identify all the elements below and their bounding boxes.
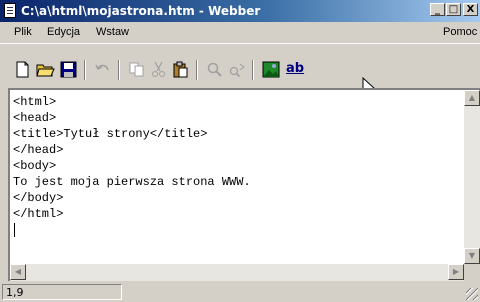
cursor-position: 1,9	[2, 284, 122, 300]
maximize-button[interactable]: □	[446, 3, 461, 16]
text-caret	[14, 223, 15, 237]
window-title: C:\a\html\mojastrona.htm - Webber	[21, 4, 261, 18]
underline-ab-icon[interactable]: ab	[286, 61, 306, 78]
resize-grip-icon[interactable]	[466, 288, 478, 300]
editor-content[interactable]: <html> <head> <title>Tytuł strony</title…	[13, 94, 251, 222]
menu-plik[interactable]: Plik	[14, 26, 32, 38]
close-button[interactable]: X	[463, 3, 478, 16]
toolbar-separator	[84, 60, 86, 80]
open-folder-icon[interactable]	[36, 61, 55, 78]
scroll-left-icon[interactable]: ◀	[10, 264, 26, 280]
menu-wstaw[interactable]: Wstaw	[96, 26, 129, 38]
cut-icon[interactable]	[150, 61, 167, 78]
code-editor[interactable]: <html> <head> <title>Tytuł strony</title…	[8, 88, 480, 281]
toolbar-separator	[118, 60, 120, 80]
vertical-scrollbar[interactable]: ▲ ▼	[464, 90, 480, 264]
copy-icon[interactable]	[128, 61, 145, 78]
title-bar[interactable]: C:\a\html\mojastrona.htm - Webber _ □ X	[0, 0, 480, 22]
menu-bar: Plik Edycja Wstaw Pomoc	[0, 22, 480, 42]
status-bar: 1,9	[0, 281, 480, 302]
find-icon[interactable]	[206, 61, 223, 78]
scroll-right-icon[interactable]: ▶	[448, 264, 464, 280]
scroll-up-icon[interactable]: ▲	[464, 90, 480, 106]
toolbar-separator	[252, 60, 254, 80]
menu-edycja[interactable]: Edycja	[47, 26, 80, 38]
scroll-down-icon[interactable]: ▼	[464, 248, 480, 264]
preview-image-icon[interactable]	[262, 61, 280, 78]
minimize-button[interactable]: _	[430, 3, 445, 16]
toolbar-separator	[196, 60, 198, 80]
save-icon[interactable]	[60, 61, 77, 78]
replace-icon[interactable]	[228, 61, 245, 78]
horizontal-scrollbar[interactable]: ◀ ▶	[10, 264, 464, 281]
paste-icon[interactable]	[172, 61, 189, 78]
undo-icon[interactable]	[94, 61, 111, 78]
scrollbar-corner	[464, 264, 480, 281]
toolbar: ab	[0, 43, 480, 97]
menu-pomoc[interactable]: Pomoc	[443, 26, 477, 38]
new-file-icon[interactable]	[14, 61, 31, 78]
document-icon	[4, 3, 16, 18]
